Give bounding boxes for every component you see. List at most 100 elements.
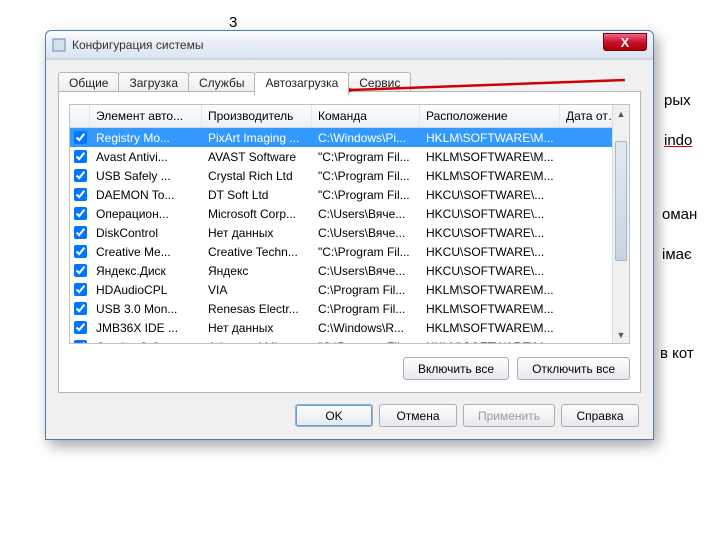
col-header-name[interactable]: Элемент авто... [90,105,202,127]
checkbox-input[interactable] [74,131,87,144]
cell-name: Catalyst® C... [90,340,202,345]
table-row[interactable]: HDAudioCPLVIAC:\Program Fil...HKLM\SOFTW… [70,280,629,299]
scroll-down-arrow[interactable]: ▼ [613,326,629,343]
cell-command: "C:\Program Fil... [312,245,420,259]
checkbox-input[interactable] [74,264,87,277]
cell-name: Яндекс.Диск [90,264,202,278]
row-checkbox[interactable] [70,149,90,165]
cell-name: Registry Mo... [90,131,202,145]
table-row[interactable]: USB 3.0 Mon...Renesas Electr...C:\Progra… [70,299,629,318]
cell-manufacturer: Creative Techn... [202,245,312,259]
help-button[interactable]: Справка [561,404,639,427]
checkbox-input[interactable] [74,340,87,344]
tab-label: Службы [199,76,244,90]
scroll-up-arrow[interactable]: ▲ [613,105,629,122]
row-checkbox[interactable] [70,130,90,146]
cell-manufacturer: Microsoft Corp... [202,207,312,221]
cell-name: DAEMON To... [90,188,202,202]
table-row[interactable]: Creative Me...Creative Techn..."C:\Progr… [70,242,629,261]
cell-name: Avast Antivi... [90,150,202,164]
row-checkbox[interactable] [70,339,90,345]
table-row[interactable]: Операцион...Microsoft Corp...C:\Users\Вя… [70,204,629,223]
list-header[interactable]: Элемент авто... Производитель Команда Ра… [70,105,629,128]
col-header-manufacturer[interactable]: Производитель [202,105,312,127]
cell-location: HKLM\SOFTWARE\M... [420,169,560,183]
row-checkbox[interactable] [70,187,90,203]
cell-command: C:\Windows\R... [312,321,420,335]
table-row[interactable]: USB Safely ...Crystal Rich Ltd"C:\Progra… [70,166,629,185]
msconfig-dialog: Конфигурация системы X Общие Загрузка Служ… [45,30,654,440]
enable-all-button[interactable]: Включить все [403,357,509,380]
row-checkbox[interactable] [70,244,90,260]
page-fragment: рых [664,92,691,109]
cell-location: HKCU\SOFTWARE\... [420,264,560,278]
checkbox-input[interactable] [74,321,87,334]
checkbox-input[interactable] [74,226,87,239]
scroll-thumb[interactable] [615,141,627,261]
apply-button[interactable]: Применить [463,404,555,427]
tab-label: Сервис [359,76,400,90]
table-row[interactable]: Catalyst® C...Advanced Micr..."C:\Progra… [70,337,629,344]
checkbox-input[interactable] [74,207,87,220]
cell-command: C:\Users\Вяче... [312,226,420,240]
page-fragment: в кот [660,345,694,362]
cell-name: Creative Me... [90,245,202,259]
row-checkbox[interactable] [70,225,90,241]
row-checkbox[interactable] [70,282,90,298]
cell-manufacturer: AVAST Software [202,150,312,164]
cell-location: HKCU\SOFTWARE\... [420,245,560,259]
tab-label: Автозагрузка [265,76,338,90]
table-row[interactable]: Avast Antivi...AVAST Software"C:\Program… [70,147,629,166]
cell-location: HKLM\SOFTWARE\M... [420,131,560,145]
cell-location: HKCU\SOFTWARE\... [420,188,560,202]
row-checkbox[interactable] [70,168,90,184]
tab-автозагрузка[interactable]: Автозагрузка [254,72,349,95]
page-fragment: імає [662,246,692,263]
cell-command: "C:\Program Fil... [312,340,420,345]
vertical-scrollbar[interactable]: ▲ ▼ [612,105,629,343]
row-checkbox[interactable] [70,206,90,222]
cell-manufacturer: VIA [202,283,312,297]
cell-manufacturer: Crystal Rich Ltd [202,169,312,183]
close-button[interactable]: X [603,33,647,51]
dialog-body: Общие Загрузка Службы Автозагрузка Сервис Эл… [46,59,653,439]
table-row[interactable]: DiskControlНет данныхC:\Users\Вяче...HKC… [70,223,629,242]
tab-label: Загрузка [129,76,178,90]
cell-name: USB Safely ... [90,169,202,183]
table-row[interactable]: DAEMON To...DT Soft Ltd"C:\Program Fil..… [70,185,629,204]
app-icon [52,38,66,52]
dialog-title: Конфигурация системы [72,38,203,52]
col-header-command[interactable]: Команда [312,105,420,127]
cell-location: HKLM\SOFTWARE\M... [420,283,560,297]
cell-manufacturer: Advanced Micr... [202,340,312,345]
ok-button[interactable]: OK [295,404,373,427]
table-row[interactable]: Яндекс.ДискЯндексC:\Users\Вяче...HKCU\SO… [70,261,629,280]
cell-location: HKLM\SOFTWARE\M... [420,302,560,316]
cell-command: C:\Users\Вяче... [312,207,420,221]
table-row[interactable]: Registry Mo...PixArt Imaging ...C:\Windo… [70,128,629,147]
row-checkbox[interactable] [70,263,90,279]
checkbox-input[interactable] [74,245,87,258]
cell-location: HKLM\SOFTWARE\M... [420,321,560,335]
startup-list: Элемент авто... Производитель Команда Ра… [69,104,630,344]
cancel-button[interactable]: Отмена [379,404,457,427]
cell-location: HKLM\SOFTWARE\M... [420,340,560,345]
checkbox-input[interactable] [74,169,87,182]
checkbox-input[interactable] [74,188,87,201]
cell-location: HKLM\SOFTWARE\M... [420,150,560,164]
checkbox-input[interactable] [74,150,87,163]
cell-command: C:\Program Fil... [312,302,420,316]
cell-location: HKCU\SOFTWARE\... [420,226,560,240]
row-checkbox[interactable] [70,301,90,317]
disable-all-button[interactable]: Отключить все [517,357,630,380]
tab-label: Общие [69,76,108,90]
table-row[interactable]: JMB36X IDE ...Нет данныхC:\Windows\R...H… [70,318,629,337]
cell-manufacturer: Renesas Electr... [202,302,312,316]
col-header-location[interactable]: Расположение [420,105,560,127]
cell-command: C:\Users\Вяче... [312,264,420,278]
checkbox-input[interactable] [74,302,87,315]
titlebar[interactable]: Конфигурация системы X [46,31,653,59]
checkbox-input[interactable] [74,283,87,296]
cell-name: DiskControl [90,226,202,240]
row-checkbox[interactable] [70,320,90,336]
